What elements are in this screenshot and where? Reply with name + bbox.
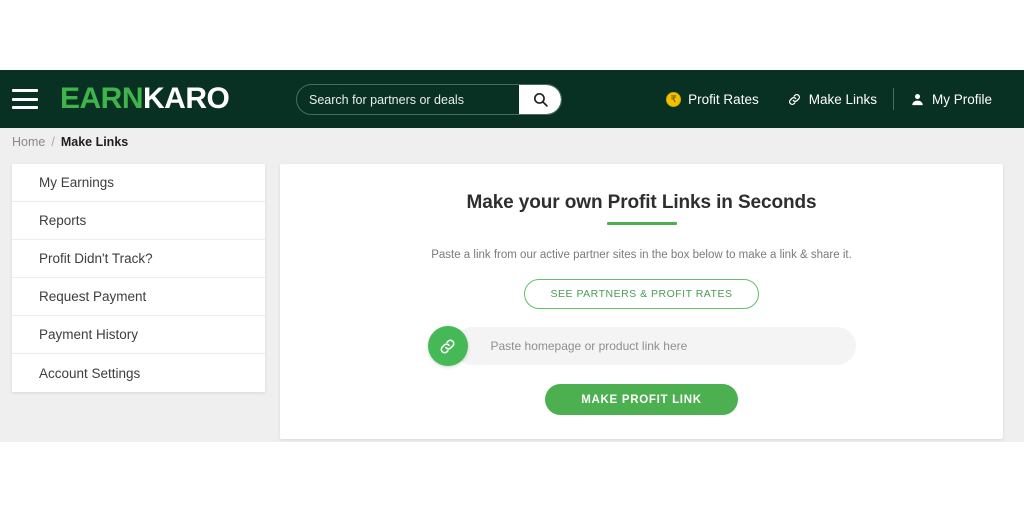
- breadcrumb-home[interactable]: Home: [12, 135, 45, 149]
- coin-rupee-icon: ₹: [666, 91, 682, 107]
- site-header: EARNKARO ₹ Profit Rates: [0, 70, 1024, 128]
- sidebar-item-label: Payment History: [39, 327, 139, 342]
- nav-item-my-profile[interactable]: My Profile: [896, 92, 1006, 107]
- nav-label-make-links: Make Links: [808, 91, 877, 107]
- header-nav: ₹ Profit Rates Make Links My Profile: [652, 70, 1006, 128]
- sidebar-item-label: Reports: [39, 213, 87, 228]
- hamburger-bar: [12, 97, 38, 101]
- user-icon: [912, 93, 923, 105]
- sidebar-item-payment-history[interactable]: Payment History: [12, 316, 265, 354]
- search-icon: [533, 92, 548, 107]
- sidebar-item-label: My Earnings: [39, 175, 115, 190]
- sidebar-item-profit-didnt-track[interactable]: Profit Didn't Track?: [12, 240, 265, 278]
- nav-label-profit-rates: Profit Rates: [688, 91, 759, 107]
- hamburger-icon[interactable]: [12, 89, 38, 109]
- link-input-row: [427, 326, 856, 366]
- link-icon: [440, 339, 455, 353]
- site-logo[interactable]: EARNKARO: [60, 82, 230, 116]
- breadcrumb: Home / Make Links: [0, 128, 1024, 156]
- title-underline-accent: [606, 222, 677, 225]
- page-body: My Earnings Reports Profit Didn't Track?…: [0, 156, 1024, 442]
- nav-item-profit-rates[interactable]: ₹ Profit Rates: [652, 91, 773, 107]
- screenshot-root: EARNKARO ₹ Profit Rates: [0, 0, 1024, 512]
- hamburger-bar: [12, 106, 38, 109]
- breadcrumb-current: Make Links: [60, 135, 129, 149]
- sidebar-item-label: Request Payment: [39, 289, 147, 304]
- search-bar[interactable]: [296, 84, 562, 115]
- sidebar-item-my-earnings[interactable]: My Earnings: [12, 164, 265, 202]
- sidebar-item-request-payment[interactable]: Request Payment: [12, 278, 265, 316]
- link-icon: [788, 93, 800, 105]
- sidebar-item-reports[interactable]: Reports: [12, 202, 265, 240]
- search-input[interactable]: [297, 85, 519, 114]
- search-button[interactable]: [519, 85, 561, 114]
- logo-text-karo: KARO: [143, 82, 230, 115]
- paste-link-input[interactable]: [452, 327, 856, 365]
- web-page: EARNKARO ₹ Profit Rates: [0, 70, 1024, 442]
- link-icon-badge: [427, 326, 468, 366]
- logo-text-earn: EARN: [60, 82, 144, 115]
- page-title: Make your own Profit Links in Seconds: [466, 192, 817, 213]
- see-partners-button[interactable]: SEE PARTNERS & PROFIT RATES: [523, 279, 760, 309]
- sidebar-menu: My Earnings Reports Profit Didn't Track?…: [12, 164, 265, 392]
- make-profit-link-button[interactable]: MAKE PROFIT LINK: [545, 384, 738, 415]
- hamburger-bar: [12, 89, 38, 92]
- sidebar-item-account-settings[interactable]: Account Settings: [12, 354, 265, 392]
- sidebar-item-label: Profit Didn't Track?: [39, 251, 153, 266]
- page-subtitle: Paste a link from our active partner sit…: [431, 249, 852, 261]
- nav-label-my-profile: My Profile: [931, 91, 992, 107]
- breadcrumb-separator: /: [51, 135, 55, 149]
- sidebar-item-label: Account Settings: [39, 365, 141, 381]
- nav-divider: [892, 88, 894, 110]
- make-links-card: Make your own Profit Links in Seconds Pa…: [280, 164, 1003, 439]
- nav-item-make-links[interactable]: Make Links: [773, 92, 891, 107]
